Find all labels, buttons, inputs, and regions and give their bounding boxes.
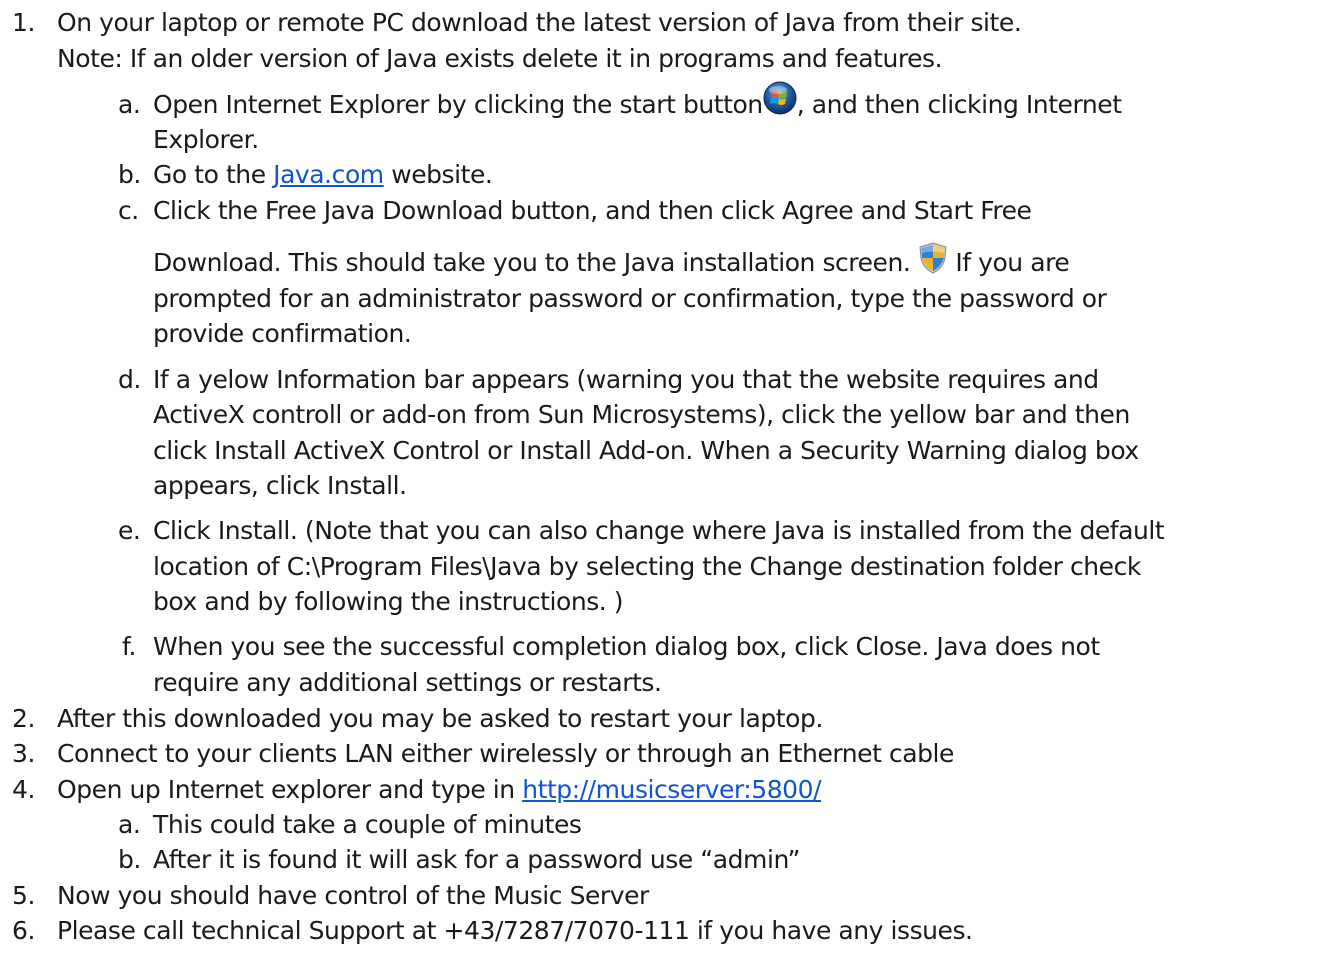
list-item-text: On your laptop or remote PC download the… xyxy=(57,8,1022,37)
list-item-text: Open up Internet explorer and type in ht… xyxy=(57,773,822,807)
sub-item-text: location of C:\Program Files\Java by sel… xyxy=(153,552,1141,581)
sub-number: b. xyxy=(118,160,141,189)
sub-item-text: appears, click Install. xyxy=(153,471,407,500)
sub-item-text: Click Install. (Note that you can also c… xyxy=(153,516,1165,545)
sub-item-text: Download. This should take you to the Ja… xyxy=(153,242,1070,280)
document-page: 1. On your laptop or remote PC download … xyxy=(0,0,1318,980)
sub-item-text: Open Internet Explorer by clicking the s… xyxy=(153,81,1122,123)
sub-number: a. xyxy=(118,90,141,119)
sub-number: b. xyxy=(118,845,141,874)
note-text: Note: If an older version of Java exists… xyxy=(57,44,943,73)
text-fragment: Go to the xyxy=(153,160,274,189)
windows-start-orb-icon xyxy=(763,81,797,115)
list-item-text: After this downloaded you may be asked t… xyxy=(57,704,823,733)
list-number: 1. xyxy=(12,8,35,37)
list-item-text: Please call technical Support at +43/728… xyxy=(57,916,973,945)
sub-item-text: provide confirmation. xyxy=(153,319,412,348)
sub-number: e. xyxy=(118,516,141,545)
list-item-text: Connect to your clients LAN either wirel… xyxy=(57,739,954,768)
sub-item-text: Click the Free Java Download button, and… xyxy=(153,196,1032,225)
sub-number: c. xyxy=(118,196,139,225)
sub-number: f. xyxy=(122,632,137,661)
sub-item-text: prompted for an administrator password o… xyxy=(153,284,1107,313)
list-number: 2. xyxy=(12,704,35,733)
text-fragment: website. xyxy=(383,160,493,189)
text-fragment: Open Internet Explorer by clicking the s… xyxy=(153,90,763,119)
sub-item-text: ActiveX controll or add-on from Sun Micr… xyxy=(153,400,1130,429)
sub-item-text: require any additional settings or resta… xyxy=(153,668,662,697)
java-com-link[interactable]: Java.com xyxy=(273,160,384,189)
text-fragment: Download. This should take you to the Ja… xyxy=(153,248,918,277)
sub-item-text: If a yelow Information bar appears (warn… xyxy=(153,365,1099,394)
sub-item-text: box and by following the instructions. ) xyxy=(153,587,624,616)
sub-number: d. xyxy=(118,365,141,394)
sub-item-text: After it is found it will ask for a pass… xyxy=(153,845,800,874)
list-number: 5. xyxy=(12,881,35,910)
text-fragment: , and then clicking Internet xyxy=(796,90,1122,119)
text-fragment: Open up Internet explorer and type in xyxy=(57,775,523,804)
musicserver-link[interactable]: http://musicserver:5800/ xyxy=(522,775,821,804)
sub-item-text: Go to the Java.com website. xyxy=(153,158,493,192)
sub-item-text: click Install ActiveX Control or Install… xyxy=(153,436,1139,465)
sub-item-text: Explorer. xyxy=(153,125,259,154)
uac-shield-icon xyxy=(918,242,948,274)
text-fragment: If you are xyxy=(947,248,1070,277)
list-number: 6. xyxy=(12,916,35,945)
sub-number: a. xyxy=(118,810,141,839)
sub-item-text: When you see the successful completion d… xyxy=(153,632,1100,661)
sub-item-text: This could take a couple of minutes xyxy=(153,810,582,839)
list-number: 3. xyxy=(12,739,35,768)
list-number: 4. xyxy=(12,775,35,804)
list-item-text: Now you should have control of the Music… xyxy=(57,881,649,910)
